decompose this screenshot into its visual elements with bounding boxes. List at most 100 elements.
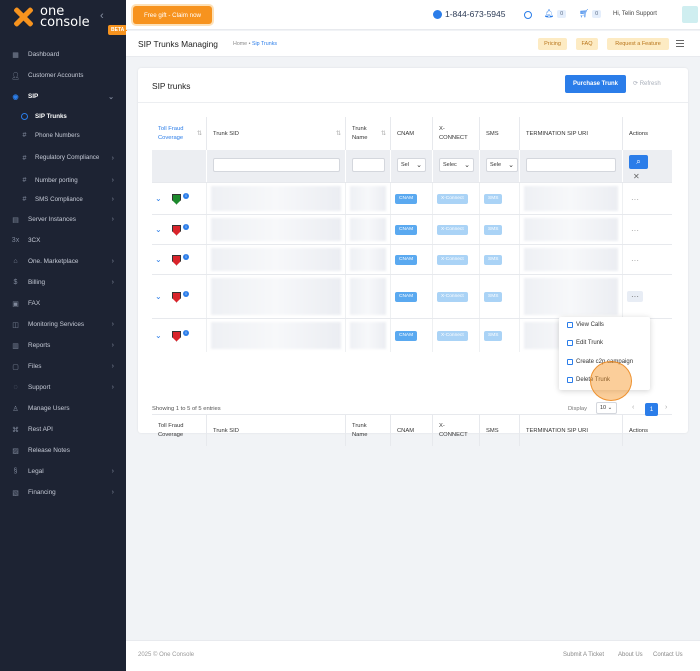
sidebar-item-sip-trunks[interactable]: SIP Trunks xyxy=(0,107,126,126)
avatar[interactable] xyxy=(682,6,698,23)
menu-icon[interactable] xyxy=(676,40,684,47)
next-page-icon[interactable]: › xyxy=(665,404,667,411)
column-header-label: Actions xyxy=(629,130,649,137)
table-cell: SMS xyxy=(480,183,520,214)
expand-row-icon[interactable]: ⌄ xyxy=(155,255,162,264)
clear-filters-icon[interactable]: ✕ xyxy=(633,172,640,181)
sms-filter-select[interactable]: Sele xyxy=(486,158,518,172)
sidebar-item-files[interactable]: ▢ Files › xyxy=(0,356,126,377)
cnam-badge: CNAM xyxy=(395,330,418,341)
expand-row-icon[interactable]: ⌄ xyxy=(155,194,162,203)
sort-icon[interactable]: ⇅ xyxy=(381,130,386,137)
logo[interactable]: one console xyxy=(10,5,90,29)
submit-ticket-link[interactable]: Submit A Ticket xyxy=(563,652,604,658)
row-actions-button[interactable]: ··· xyxy=(631,195,639,204)
sidebar-item-label: Rest API xyxy=(28,426,53,433)
purchase-trunk-button[interactable]: Purchase Trunk xyxy=(565,75,626,93)
expand-row-icon[interactable]: ⌄ xyxy=(155,225,162,234)
pricing-button[interactable]: Pricing xyxy=(538,38,567,50)
info-icon[interactable]: i xyxy=(183,192,189,199)
table-cell: ⌄ i xyxy=(152,319,207,352)
support-phone[interactable]: 1-844-673-5945 xyxy=(433,9,506,19)
prev-page-icon[interactable]: ‹ xyxy=(632,404,634,411)
info-icon[interactable]: i xyxy=(183,329,189,336)
row-actions-button[interactable]: ··· xyxy=(631,256,639,265)
trunk-name-filter-input[interactable] xyxy=(352,158,385,172)
table-cell xyxy=(207,183,346,214)
sidebar-item-sms-compliance[interactable]: # SMS Compliance › xyxy=(0,190,126,209)
column-header-cnam: CNAM xyxy=(391,415,433,446)
xconnect-filter-select[interactable]: Selec xyxy=(439,158,474,172)
page-size-select[interactable]: 10 ⌄ xyxy=(596,402,617,414)
column-header-trunk-sid: Trunk SID xyxy=(207,415,346,446)
table-row: ⌄ i CNAM X-Connect SMS ··· xyxy=(152,182,672,214)
expand-row-icon[interactable]: ⌄ xyxy=(155,331,162,340)
faq-button[interactable]: FAQ xyxy=(576,38,598,50)
cnam-badge: CNAM xyxy=(395,254,418,265)
edit-trunk-menu-item[interactable]: Edit Trunk xyxy=(567,340,603,346)
free-gift-button[interactable]: Free gift - Claim now xyxy=(133,6,212,24)
view-calls-menu-item[interactable]: View Calls xyxy=(567,322,604,328)
info-icon[interactable]: i xyxy=(183,290,189,297)
info-icon[interactable]: i xyxy=(183,253,189,260)
sidebar-item-fax[interactable]: ▣ FAX xyxy=(0,293,126,314)
sort-icon[interactable]: ⇅ xyxy=(197,130,202,137)
files-icon: ▢ xyxy=(12,363,19,371)
sidebar-item-reports[interactable]: ▥ Reports › xyxy=(0,335,126,356)
table-cell: ⌄ i xyxy=(152,245,207,274)
sidebar-item-rest-api[interactable]: ⌘ Rest API xyxy=(0,419,126,440)
sidebar-item-support[interactable]: ◌ Support › xyxy=(0,377,126,398)
table-cell: CNAM xyxy=(391,275,433,318)
about-us-link[interactable]: About Us xyxy=(618,652,643,658)
info-icon[interactable]: i xyxy=(183,223,189,230)
sidebar-item-regulatory-compliance[interactable]: # Regulatory Compliance › xyxy=(0,145,126,171)
status-ring-icon[interactable] xyxy=(524,11,532,19)
sms-badge: SMS xyxy=(484,291,503,302)
table-cell: X-Connect xyxy=(433,183,480,214)
sidebar-item-3cx[interactable]: 3x 3CX xyxy=(0,230,126,251)
column-header-toll-fraud-coverage[interactable]: Toll Fraud Coverage ⇅ xyxy=(152,117,207,150)
column-header-trunk-name[interactable]: Trunk Name ⇅ xyxy=(346,117,391,150)
phone-icon xyxy=(433,9,442,19)
request-feature-button[interactable]: Request a Feature xyxy=(607,38,669,50)
sidebar-item-monitoring-services[interactable]: ◫ Monitoring Services › xyxy=(0,314,126,335)
notifications-button[interactable]: 🔔︎ 0 xyxy=(544,9,567,18)
expand-row-icon[interactable]: ⌄ xyxy=(155,292,162,301)
page-1-button[interactable]: 1 xyxy=(645,403,658,416)
breadcrumb-separator: • xyxy=(248,41,251,47)
sidebar-item-manage-users[interactable]: ♙ Manage Users xyxy=(0,398,126,419)
termination-uri-filter-input[interactable] xyxy=(526,158,616,172)
table-cell: SMS xyxy=(480,319,520,352)
search-button[interactable]: ⌕ xyxy=(629,155,648,169)
collapse-sidebar-icon[interactable]: ‹ xyxy=(100,10,104,22)
sidebar-item-sip[interactable]: ◉ SIP ⌄ xyxy=(0,86,126,107)
sidebar-item-dashboard[interactable]: ▦ Dashboard xyxy=(0,44,126,65)
sidebar-item-phone-numbers[interactable]: # Phone Numbers xyxy=(0,126,126,145)
sidebar-item-billing[interactable]: $ Billing › xyxy=(0,272,126,293)
search-icon: ⌕ xyxy=(636,157,641,166)
breadcrumb-home[interactable]: Home xyxy=(233,41,247,47)
sidebar-item-financing[interactable]: ▧ Financing › xyxy=(0,482,126,503)
trunk-sid-filter-input[interactable] xyxy=(213,158,340,172)
user-greeting[interactable]: Hi, Telin Support xyxy=(613,11,657,17)
sidebar-item-one-marketplace[interactable]: ⌂ One. Marketplace › xyxy=(0,251,126,272)
cnam-filter-select[interactable]: Sel xyxy=(397,158,426,172)
sidebar-item-release-notes[interactable]: ▨ Release Notes xyxy=(0,440,126,461)
column-header-toll-fraud-coverage: Toll Fraud Coverage xyxy=(152,415,207,446)
sidebar-item-label: Phone Numbers xyxy=(35,132,80,139)
row-actions-button[interactable]: ··· xyxy=(631,226,639,235)
sidebar-item-label: SMS Compliance xyxy=(35,196,83,203)
contact-us-link[interactable]: Contact Us xyxy=(653,652,683,658)
table-cell: CNAM xyxy=(391,245,433,274)
sidebar-item-legal[interactable]: § Legal › xyxy=(0,461,126,482)
chevron-down-icon: ⌄ xyxy=(108,93,114,101)
legal-icon: § xyxy=(13,468,18,475)
sort-icon[interactable]: ⇅ xyxy=(336,130,341,137)
column-header-trunk-sid[interactable]: Trunk SID ⇅ xyxy=(207,117,346,150)
sidebar-item-server-instances[interactable]: ▤ Server Instances › xyxy=(0,209,126,230)
refresh-button[interactable]: ⟳ Refresh xyxy=(633,80,661,87)
sidebar-item-number-porting[interactable]: # Number porting › xyxy=(0,171,126,190)
cart-button[interactable]: 🛒︎ 0 xyxy=(579,9,602,18)
sidebar-item-customer-accounts[interactable]: 👤︎ Customer Accounts xyxy=(0,65,126,86)
row-actions-button[interactable]: ··· xyxy=(627,290,643,302)
